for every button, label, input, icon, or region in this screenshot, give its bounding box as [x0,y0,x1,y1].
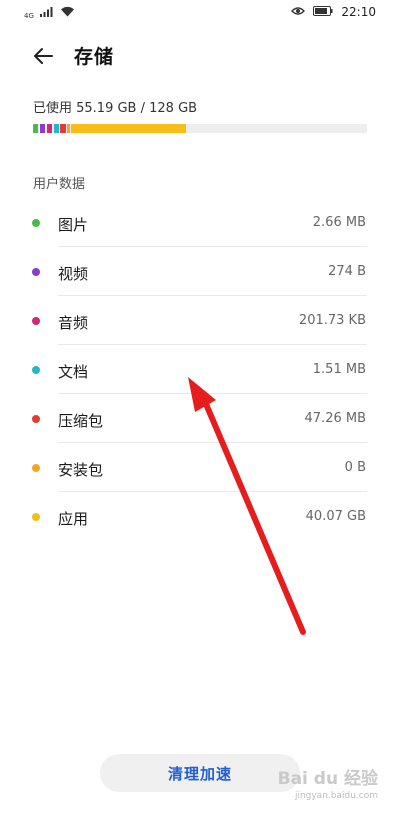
storage-usage-bar [33,124,367,133]
battery-icon [313,5,333,19]
status-right: 22:10 [291,5,376,19]
status-bar: 4G 22:10 [0,0,400,26]
usage-segment [60,124,66,133]
watermark-brand: Bai du 经验 [277,769,378,789]
category-label: 音频 [58,314,89,332]
category-dot-icon [32,219,40,227]
category-size: 1.51 MB [312,362,366,377]
category-dot-icon [32,366,40,374]
back-arrow-icon[interactable] [30,42,58,70]
usage-segment [71,124,186,133]
list-item[interactable]: 应用 40.07 GB [0,492,400,541]
eye-icon [291,5,306,19]
status-time: 22:10 [341,5,376,19]
storage-category-list: 图片 2.66 MB 视频 274 B 音频 201.73 KB 文档 1.51 MB 压缩包 4… [0,198,400,541]
list-item[interactable]: 压缩包 47.26 MB [0,394,400,443]
storage-screen: 4G 22:10 存储 已使用 55.19 GB / 128 GB 用户数据 图… [0,0,400,816]
section-title: 用户数据 [33,177,86,192]
category-size: 201.73 KB [298,313,366,328]
storage-usage-text: 已使用 55.19 GB / 128 GB [33,101,198,116]
list-item[interactable]: 文档 1.51 MB [0,345,400,394]
category-label: 应用 [58,510,89,528]
network-type-label: 4G [24,12,34,20]
page-title: 存储 [74,46,115,68]
usage-segment [46,124,53,133]
header: 存储 [0,36,400,76]
status-left: 4G [24,6,75,20]
category-size: 274 B [328,264,366,279]
list-item[interactable]: 图片 2.66 MB [0,198,400,247]
usage-segment [39,124,46,133]
clean-accelerate-button[interactable]: 清理加速 [100,754,300,792]
category-dot-icon [32,317,40,325]
signal-icon [39,6,54,20]
category-dot-icon [32,268,40,276]
usage-segment [33,124,39,133]
category-size: 2.66 MB [312,215,366,230]
category-label: 图片 [58,216,89,234]
category-dot-icon [32,415,40,423]
category-size: 0 B [344,460,366,475]
list-item[interactable]: 安装包 0 B [0,443,400,492]
usage-segment [67,124,70,133]
category-dot-icon [32,513,40,521]
list-item[interactable]: 音频 201.73 KB [0,296,400,345]
category-size: 47.26 MB [304,411,366,426]
category-label: 压缩包 [58,412,104,430]
category-label: 安装包 [58,461,104,479]
category-label: 视频 [58,265,89,283]
usage-segment [53,124,59,133]
watermark-url: jingyan.baidu.com [294,791,378,801]
watermark-logo: Bai du 经验 jingyan.baidu.com [278,764,378,801]
category-size: 40.07 GB [305,509,366,524]
category-label: 文档 [58,363,89,381]
wifi-icon [60,6,75,20]
category-dot-icon [32,464,40,472]
list-item[interactable]: 视频 274 B [0,247,400,296]
